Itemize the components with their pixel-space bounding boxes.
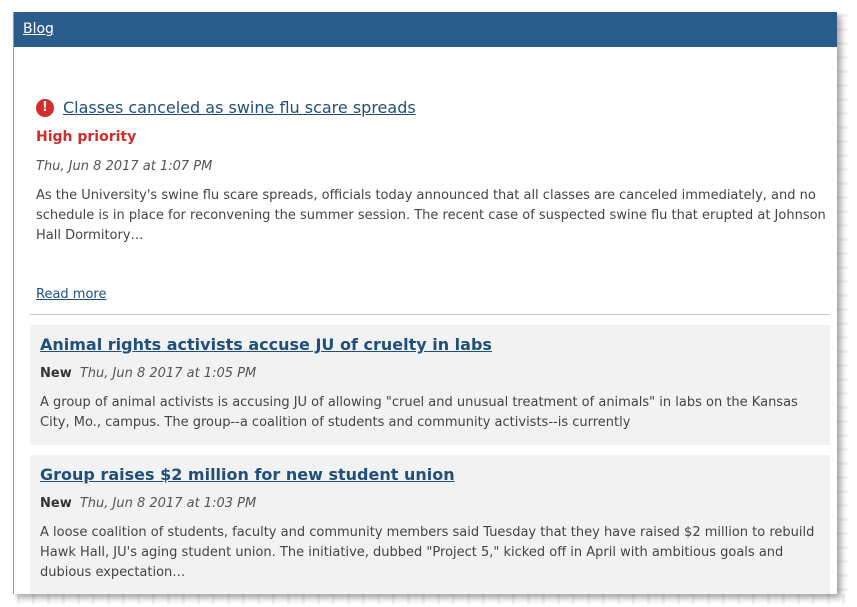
new-badge: New xyxy=(40,496,72,511)
blog-link[interactable]: Blog xyxy=(23,21,54,37)
torn-edge-bottom xyxy=(10,594,846,604)
torn-edge-right xyxy=(836,8,848,600)
post-meta: New Thu, Jun 8 2017 at 1:03 PM xyxy=(40,496,820,511)
post-meta: New Thu, Jun 8 2017 at 1:05 PM xyxy=(40,366,820,381)
list-item: Group raises $2 million for new student … xyxy=(30,455,830,594)
list-item: Animal rights activists accuse JU of cru… xyxy=(30,325,830,445)
post-excerpt: A loose coalition of students, faculty a… xyxy=(40,525,815,580)
divider xyxy=(30,314,830,315)
post-title-link[interactable]: Group raises $2 million for new student … xyxy=(40,465,455,484)
priority-label: High priority xyxy=(36,129,137,145)
featured-post-excerpt: As the University's swine flu scare spre… xyxy=(36,188,826,243)
featured-post: ! Classes canceled as swine flu scare sp… xyxy=(36,98,836,246)
featured-post-date: Thu, Jun 8 2017 at 1:07 PM xyxy=(36,159,213,174)
blog-panel: Blog ! Classes canceled as swine flu sca… xyxy=(13,12,837,594)
post-date: Thu, Jun 8 2017 at 1:05 PM xyxy=(79,366,257,381)
alert-icon: ! xyxy=(36,98,54,117)
post-title-link[interactable]: Animal rights activists accuse JU of cru… xyxy=(40,335,492,354)
post-date: Thu, Jun 8 2017 at 1:03 PM xyxy=(79,496,257,511)
read-more-link[interactable]: Read more xyxy=(36,287,106,302)
header-bar: Blog xyxy=(14,12,837,47)
new-badge: New xyxy=(40,366,72,381)
post-excerpt: A group of animal activists is accusing … xyxy=(40,395,798,430)
featured-title-row: ! Classes canceled as swine flu scare sp… xyxy=(36,98,836,117)
featured-post-title[interactable]: Classes canceled as swine flu scare spre… xyxy=(63,98,416,117)
